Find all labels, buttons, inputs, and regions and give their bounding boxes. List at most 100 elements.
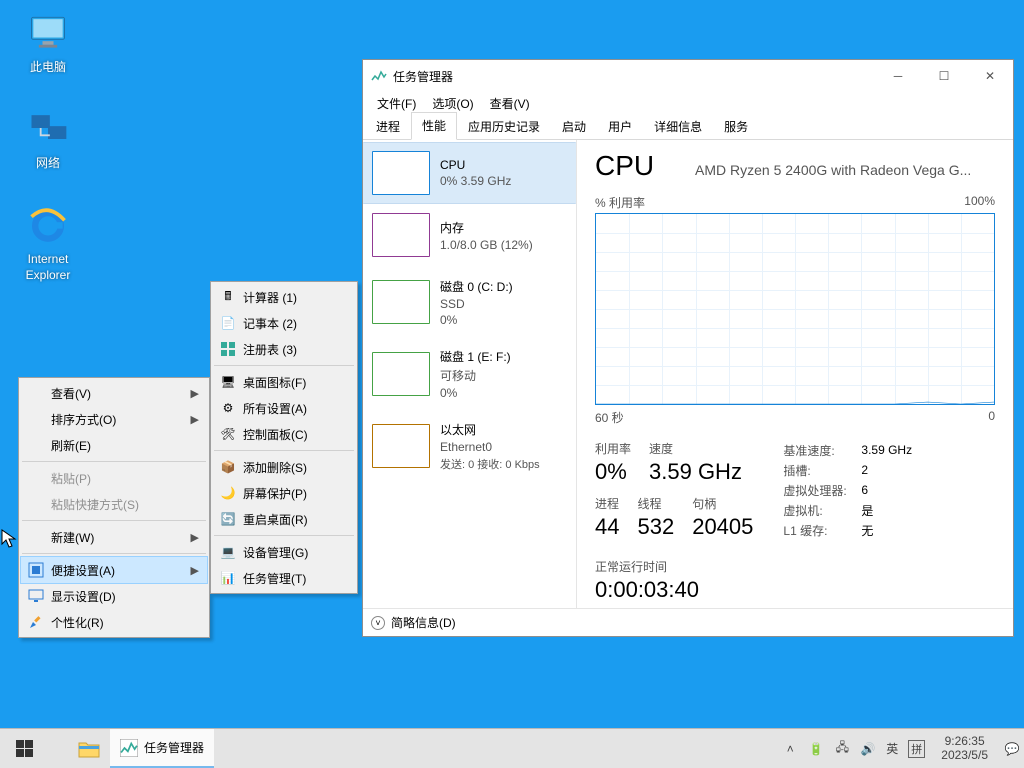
uptime-value: 0:00:03:40: [595, 577, 995, 603]
refresh-icon: 🔄: [219, 510, 237, 528]
ctx-refresh[interactable]: 刷新(E): [21, 432, 207, 458]
tab-startup[interactable]: 启动: [551, 113, 597, 140]
mouse-cursor: [1, 529, 17, 549]
chevron-right-icon: ▶: [191, 531, 199, 544]
perf-main: CPU AMD Ryzen 5 2400G with Radeon Vega G…: [577, 140, 1013, 608]
taskbar-explorer[interactable]: [68, 729, 110, 768]
tab-performance[interactable]: 性能: [411, 112, 457, 140]
sub-device-manager[interactable]: 💻设备管理(G): [213, 539, 355, 565]
chart-x-left: 60 秒: [595, 409, 624, 426]
sub-notepad[interactable]: 📄记事本 (2): [213, 310, 355, 336]
taskbar-search[interactable]: [48, 729, 68, 768]
cpu-model: AMD Ryzen 5 2400G with Radeon Vega G...: [695, 162, 971, 178]
taskmgr-icon: [120, 739, 138, 757]
chart-y-label: % 利用率: [595, 194, 645, 211]
separator: [214, 535, 354, 536]
system-tray: ˄ 🔋 🖧 🔊 英 拼 9:26:35 2023/5/5 💬: [778, 729, 1024, 768]
desktop-icon-label: 此电脑: [10, 60, 86, 76]
chart-y-max: 100%: [964, 194, 995, 211]
menu-options[interactable]: 选项(O): [424, 93, 481, 114]
screensaver-icon: 🌙: [219, 484, 237, 502]
registry-icon: [219, 340, 237, 358]
cpu-info-table: 基准速度:3.59 GHz 插槽:2 虚拟处理器:6 虚拟机:是 L1 缓存:无: [783, 440, 912, 540]
menu-view[interactable]: 查看(V): [482, 93, 538, 114]
memory-thumb: [372, 213, 430, 257]
tab-app-history[interactable]: 应用历史记录: [457, 113, 551, 140]
sidebar-item-disk0[interactable]: 磁盘 0 (C: D:)SSD0%: [363, 266, 576, 338]
ctx-quick-settings[interactable]: 便捷设置(A)▶: [21, 557, 207, 583]
tray-volume-icon[interactable]: 🔊: [860, 741, 876, 757]
tray-battery-icon[interactable]: 🔋: [808, 741, 824, 757]
start-button[interactable]: [0, 729, 48, 768]
sidebar-item-cpu[interactable]: CPU0% 3.59 GHz: [363, 142, 576, 204]
sidebar-item-ethernet[interactable]: 以太网Ethernet0发送: 0 接收: 0 Kbps: [363, 410, 576, 482]
separator: [214, 365, 354, 366]
tab-services[interactable]: 服务: [713, 113, 759, 140]
settings-icon: [27, 561, 45, 579]
sub-add-remove[interactable]: 📦添加删除(S): [213, 454, 355, 480]
desktop-icon-network[interactable]: 网络: [10, 104, 86, 172]
sub-regedit[interactable]: 注册表 (3): [213, 336, 355, 362]
disk-thumb: [372, 352, 430, 396]
separator: [22, 461, 206, 462]
ctx-display-settings[interactable]: 显示设置(D): [21, 583, 207, 609]
statusbar: ˅ 简略信息(D): [363, 608, 1013, 636]
ctx-personalize[interactable]: 个性化(R): [21, 609, 207, 635]
cpu-heading: CPU: [595, 150, 654, 182]
desktop-icon-label: Internet Explorer: [10, 252, 86, 283]
minimize-button[interactable]: ─: [875, 60, 921, 92]
ctx-paste-shortcut: 粘贴快捷方式(S): [21, 491, 207, 517]
tab-users[interactable]: 用户: [597, 113, 643, 140]
fewer-details-link[interactable]: 简略信息(D): [391, 614, 456, 631]
sidebar-item-memory[interactable]: 内存1.0/8.0 GB (12%): [363, 204, 576, 266]
sub-calculator[interactable]: 🖩计算器 (1): [213, 284, 355, 310]
control-panel-icon: 🛠: [219, 425, 237, 443]
disk-thumb: [372, 280, 430, 324]
sub-desktop-icons[interactable]: 🖥桌面图标(F): [213, 369, 355, 395]
uptime-label: 正常运行时间: [595, 558, 995, 575]
desktop-icon-ie[interactable]: Internet Explorer: [10, 200, 86, 283]
sub-restart-desktop[interactable]: 🔄重启桌面(R): [213, 506, 355, 532]
maximize-button[interactable]: ☐: [921, 60, 967, 92]
desktop-icon-this-pc[interactable]: 此电脑: [10, 8, 86, 76]
separator: [214, 450, 354, 451]
separator: [22, 553, 206, 554]
desktop-icons-icon: 🖥: [219, 373, 237, 391]
ctx-new[interactable]: 新建(W)▶: [21, 524, 207, 550]
close-button[interactable]: ✕: [967, 60, 1013, 92]
menubar: 文件(F) 选项(O) 查看(V): [363, 92, 1013, 114]
desktop-context-menu: 查看(V)▶ 排序方式(O)▶ 刷新(E) 粘贴(P) 粘贴快捷方式(S) 新建…: [18, 377, 210, 638]
taskmgr-app-icon: [371, 68, 387, 84]
window-title: 任务管理器: [393, 68, 453, 85]
tab-details[interactable]: 详细信息: [643, 113, 713, 140]
notepad-icon: 📄: [219, 314, 237, 332]
menu-file[interactable]: 文件(F): [369, 93, 424, 114]
cpu-usage-chart[interactable]: [595, 213, 995, 405]
package-icon: 📦: [219, 458, 237, 476]
ctx-sort[interactable]: 排序方式(O)▶: [21, 406, 207, 432]
titlebar[interactable]: 任务管理器 ─ ☐ ✕: [363, 60, 1013, 92]
display-icon: [27, 587, 45, 605]
tray-ime2[interactable]: 拼: [908, 740, 925, 758]
sub-all-settings[interactable]: ⚙所有设置(A): [213, 395, 355, 421]
collapse-icon[interactable]: ˅: [371, 616, 385, 630]
sub-screensaver[interactable]: 🌙屏幕保护(P): [213, 480, 355, 506]
taskbar: 任务管理器 ˄ 🔋 🖧 🔊 英 拼 9:26:35 2023/5/5 💬: [0, 728, 1024, 768]
tray-notifications-icon[interactable]: 💬: [1004, 741, 1020, 757]
tray-clock[interactable]: 9:26:35 2023/5/5: [935, 735, 994, 763]
taskbar-taskmgr[interactable]: 任务管理器: [110, 729, 214, 768]
sub-task-manager[interactable]: 📊任务管理(T): [213, 565, 355, 591]
tray-network-icon[interactable]: 🖧: [834, 741, 850, 757]
chart-x-right: 0: [988, 409, 995, 426]
sidebar-item-disk1[interactable]: 磁盘 1 (E: F:)可移动0%: [363, 338, 576, 410]
tab-processes[interactable]: 进程: [365, 113, 411, 140]
tray-ime[interactable]: 英: [886, 740, 898, 757]
network-icon: [24, 104, 72, 152]
tray-chevron-up-icon[interactable]: ˄: [782, 741, 798, 757]
ctx-view[interactable]: 查看(V)▶: [21, 380, 207, 406]
monitor-icon: [24, 8, 72, 56]
ctx-paste: 粘贴(P): [21, 465, 207, 491]
chevron-right-icon: ▶: [191, 387, 199, 400]
quick-settings-submenu: 🖩计算器 (1) 📄记事本 (2) 注册表 (3) 🖥桌面图标(F) ⚙所有设置…: [210, 281, 358, 594]
sub-control-panel[interactable]: 🛠控制面板(C): [213, 421, 355, 447]
